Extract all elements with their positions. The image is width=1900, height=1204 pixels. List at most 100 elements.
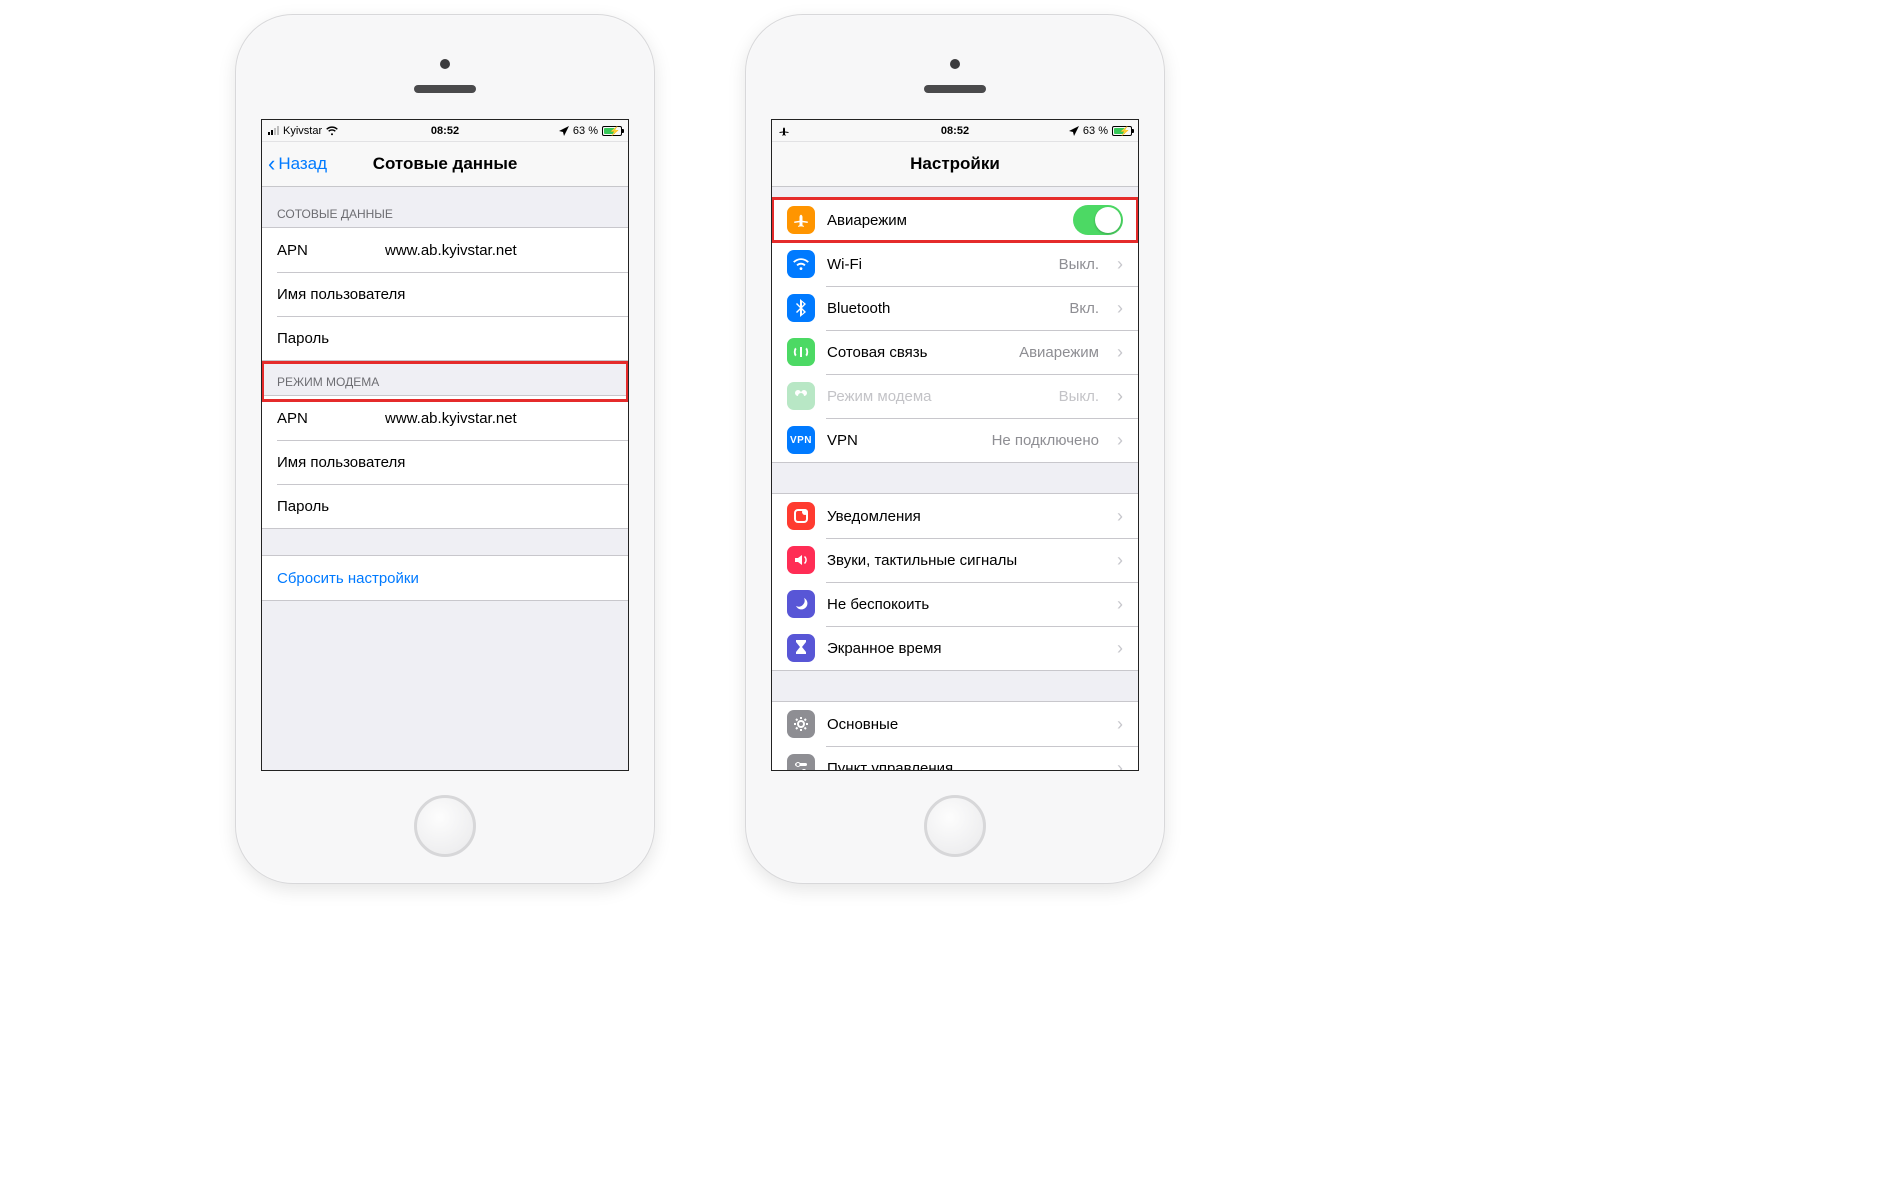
battery-icon: ⚡: [602, 126, 622, 136]
chevron-right-icon: ›: [1111, 342, 1123, 363]
username-label: Имя пользователя: [277, 286, 405, 303]
wifi-label: Wi-Fi: [827, 256, 1047, 273]
phone-camera: [950, 59, 960, 69]
chevron-right-icon: ›: [1111, 430, 1123, 451]
status-bar: 08:52 63 % ⚡: [772, 120, 1138, 142]
wifi-row[interactable]: Wi-Fi Выкл. ›: [772, 242, 1138, 286]
general-group: Основные › Пункт управления ›: [772, 701, 1138, 771]
status-bar: Kyivstar 08:52 63 % ⚡: [262, 120, 628, 142]
chevron-right-icon: ›: [1111, 638, 1123, 659]
airplane-row[interactable]: Авиарежим: [772, 198, 1138, 242]
phone-speaker: [414, 85, 476, 93]
reset-group: Сбросить настройки: [262, 555, 628, 601]
battery-icon: ⚡: [1112, 126, 1132, 136]
airplane-toggle[interactable]: [1073, 205, 1123, 235]
phone-mock-right: 08:52 63 % ⚡ Настройки: [745, 14, 1165, 884]
password-row[interactable]: Пароль: [262, 316, 628, 360]
location-icon: [1069, 126, 1079, 136]
sounds-row[interactable]: Звуки, тактильные сигналы ›: [772, 538, 1138, 582]
cellular-detail: Авиарежим: [1019, 344, 1099, 361]
vpn-row[interactable]: VPN VPN Не подключено ›: [772, 418, 1138, 462]
bluetooth-row[interactable]: Bluetooth Вкл. ›: [772, 286, 1138, 330]
notifications-icon: [787, 502, 815, 530]
apn-label: APN: [277, 410, 373, 427]
username-row[interactable]: Имя пользователя: [262, 272, 628, 316]
screen-cellular: Kyivstar 08:52 63 % ⚡: [261, 119, 629, 771]
wifi-detail: Выкл.: [1059, 256, 1099, 273]
chevron-right-icon: ›: [1111, 714, 1123, 735]
control-center-icon: [787, 754, 815, 771]
sounds-icon: [787, 546, 815, 574]
general-row[interactable]: Основные ›: [772, 702, 1138, 746]
phone-mock-left: Kyivstar 08:52 63 % ⚡: [235, 14, 655, 884]
chevron-right-icon: ›: [1111, 594, 1123, 615]
control-center-label: Пункт управления: [827, 760, 1099, 772]
notifications-group: Уведомления › Звуки, тактильные сигналы …: [772, 493, 1138, 671]
cellular-label: Сотовая связь: [827, 344, 1007, 361]
wifi-icon: [787, 250, 815, 278]
chevron-right-icon: ›: [1111, 254, 1123, 275]
apn-row-hotspot[interactable]: APN www.ab.kyivstar.net: [262, 396, 628, 440]
home-button[interactable]: [414, 795, 476, 857]
password-label: Пароль: [277, 498, 329, 515]
section-header-hotspot: РЕЖИМ МОДЕМА: [262, 361, 628, 395]
apn-value: www.ab.kyivstar.net: [385, 242, 517, 259]
vpn-detail: Не подключено: [992, 432, 1099, 449]
reset-settings-button[interactable]: Сбросить настройки: [262, 556, 628, 600]
chevron-right-icon: ›: [1111, 550, 1123, 571]
chevron-right-icon: ›: [1111, 758, 1123, 772]
nav-bar: ‹ Назад Сотовые данные: [262, 142, 628, 187]
screentime-row[interactable]: Экранное время ›: [772, 626, 1138, 670]
nav-title: Настройки: [910, 154, 1000, 174]
apn-row[interactable]: APN www.ab.kyivstar.net: [262, 228, 628, 272]
airplane-label: Авиарежим: [827, 212, 1061, 229]
cellular-icon: [787, 338, 815, 366]
apn-label: APN: [277, 242, 373, 259]
status-time: 08:52: [262, 125, 628, 137]
nav-bar: Настройки: [772, 142, 1138, 187]
section-header-cellular: СОТОВЫЕ ДАННЫЕ: [262, 187, 628, 227]
screentime-label: Экранное время: [827, 640, 1099, 657]
notifications-row[interactable]: Уведомления ›: [772, 494, 1138, 538]
password-row-hotspot[interactable]: Пароль: [262, 484, 628, 528]
screen-settings: 08:52 63 % ⚡ Настройки: [771, 119, 1139, 771]
dnd-row[interactable]: Не беспокоить ›: [772, 582, 1138, 626]
chevron-right-icon: ›: [1111, 506, 1123, 527]
location-icon: [559, 126, 569, 136]
back-button[interactable]: ‹ Назад: [268, 142, 327, 186]
bluetooth-detail: Вкл.: [1069, 300, 1099, 317]
apn-value: www.ab.kyivstar.net: [385, 410, 517, 427]
dnd-label: Не беспокоить: [827, 596, 1099, 613]
hotspot-row: Режим модема Выкл. ›: [772, 374, 1138, 418]
status-time: 08:52: [772, 125, 1138, 137]
reset-label: Сбросить настройки: [277, 570, 419, 587]
vpn-icon: VPN: [787, 426, 815, 454]
hotspot-icon: [787, 382, 815, 410]
network-group: Авиарежим Wi-Fi Выкл. › Bluetooth: [772, 197, 1138, 463]
general-label: Основные: [827, 716, 1099, 733]
hotspot-label: Режим модема: [827, 388, 1047, 405]
control-center-row[interactable]: Пункт управления ›: [772, 746, 1138, 771]
chevron-right-icon: ›: [1111, 298, 1123, 319]
chevron-left-icon: ‹: [268, 153, 275, 175]
phone-speaker: [924, 85, 986, 93]
notifications-label: Уведомления: [827, 508, 1099, 525]
password-label: Пароль: [277, 330, 329, 347]
nav-title: Сотовые данные: [373, 154, 518, 174]
vpn-label: VPN: [827, 432, 980, 449]
hotspot-group: APN www.ab.kyivstar.net Имя пользователя…: [262, 395, 628, 529]
bluetooth-label: Bluetooth: [827, 300, 1057, 317]
username-label: Имя пользователя: [277, 454, 405, 471]
username-row-hotspot[interactable]: Имя пользователя: [262, 440, 628, 484]
phone-camera: [440, 59, 450, 69]
screentime-icon: [787, 634, 815, 662]
general-icon: [787, 710, 815, 738]
hotspot-detail: Выкл.: [1059, 388, 1099, 405]
dnd-icon: [787, 590, 815, 618]
home-button[interactable]: [924, 795, 986, 857]
bluetooth-icon: [787, 294, 815, 322]
cellular-group: APN www.ab.kyivstar.net Имя пользователя…: [262, 227, 628, 361]
cellular-row[interactable]: Сотовая связь Авиарежим ›: [772, 330, 1138, 374]
chevron-right-icon: ›: [1111, 386, 1123, 407]
back-label: Назад: [278, 154, 327, 174]
